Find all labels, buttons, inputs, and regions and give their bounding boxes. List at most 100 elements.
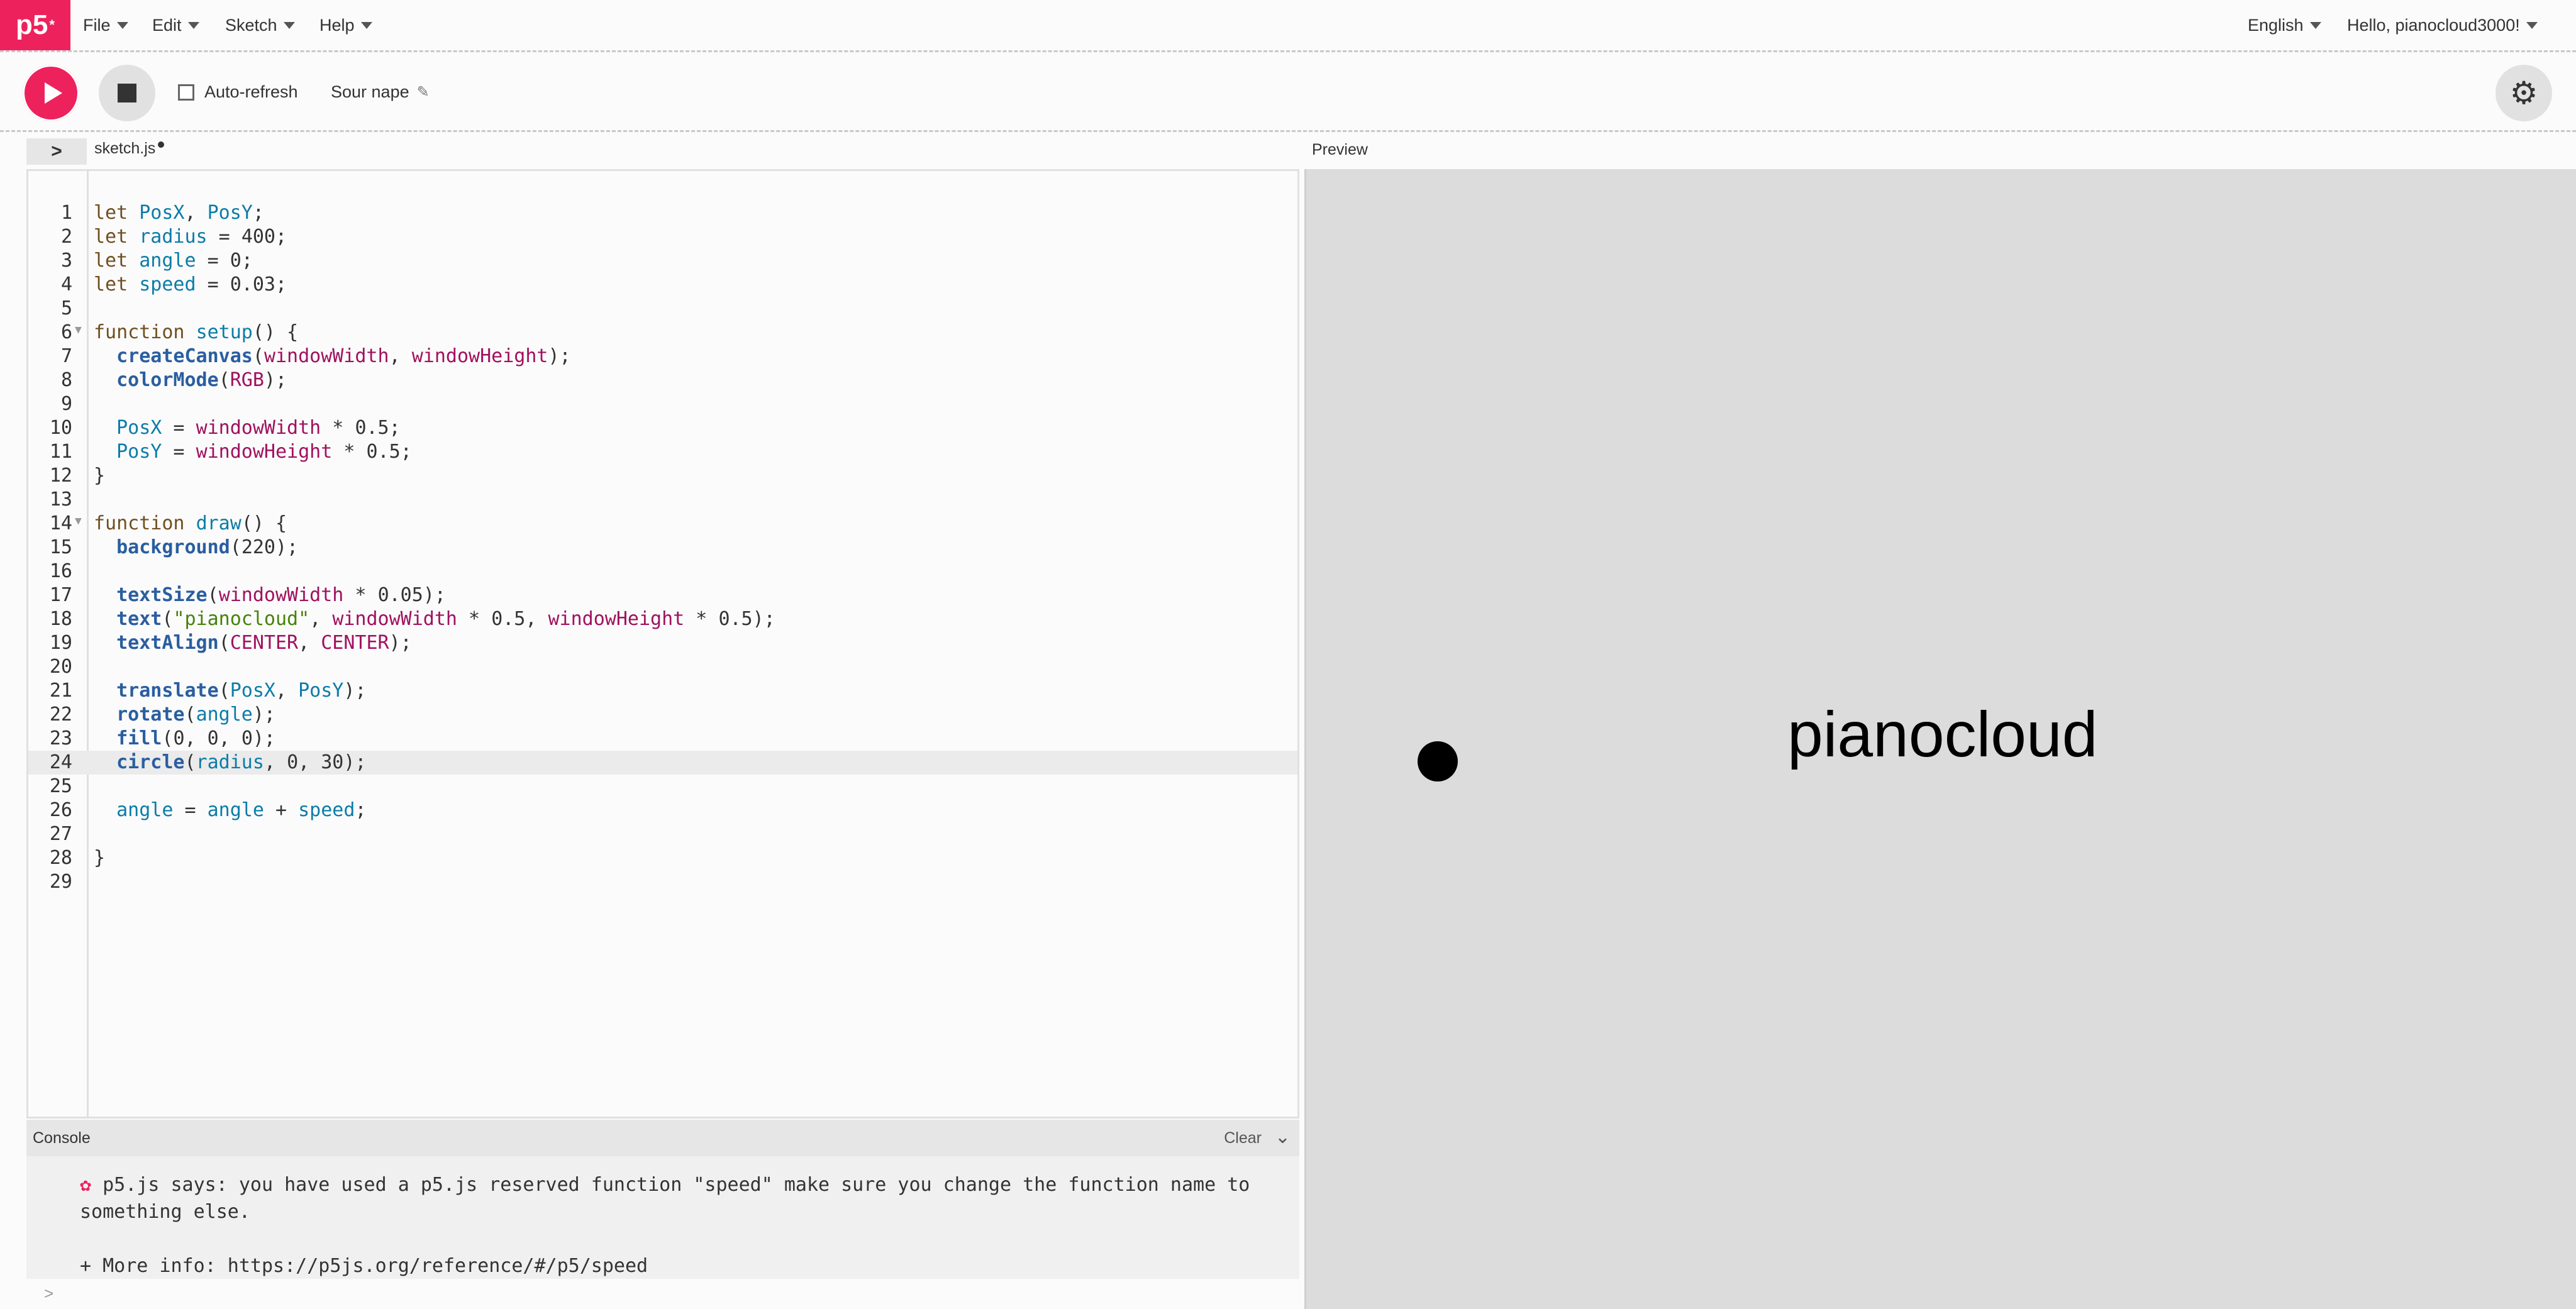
code-text: let PosX, PosY; <box>94 202 264 224</box>
code-text: textAlign(CENTER, CENTER); <box>116 632 412 654</box>
line-number: 26 <box>49 799 72 821</box>
code-line[interactable]: 22 rotate(angle); <box>28 703 1297 727</box>
code-text: let angle = 0; <box>94 250 253 272</box>
language-menu[interactable]: English <box>2248 0 2321 50</box>
chevron-down-icon[interactable]: ⌄ <box>1275 1126 1291 1148</box>
fold-arrow-icon[interactable]: ▼ <box>75 318 82 342</box>
line-number: 23 <box>49 727 72 749</box>
line-number: 2 <box>60 226 72 248</box>
caret-down-icon <box>360 21 372 29</box>
code-line[interactable]: 16 <box>28 560 1297 583</box>
code-line[interactable]: 2 let radius = 400; <box>28 225 1297 249</box>
preview-canvas-text: pianocloud <box>1787 699 2098 770</box>
code-line[interactable]: 25 <box>28 775 1297 798</box>
line-number: 5 <box>60 297 72 319</box>
code-line[interactable]: 20 <box>28 655 1297 679</box>
p5-logo[interactable]: p5 * <box>0 0 70 50</box>
code-line[interactable]: 24 circle(radius, 0, 30); <box>28 751 1297 775</box>
console-message: ✿ p5.js says: you have used a p5.js rese… <box>80 1174 1262 1277</box>
code-text: let radius = 400; <box>94 226 287 248</box>
caret-down-icon <box>2526 21 2538 29</box>
line-number: 21 <box>49 680 72 702</box>
code-line[interactable]: 3 let angle = 0; <box>28 249 1297 273</box>
code-line[interactable]: 19 textAlign(CENTER, CENTER); <box>28 631 1297 655</box>
sketch-name[interactable]: Sour nape ✎ <box>331 82 430 102</box>
auto-refresh-checkbox[interactable] <box>178 84 194 101</box>
play-button[interactable] <box>23 65 79 121</box>
line-number: 12 <box>49 465 72 487</box>
auto-refresh[interactable]: Auto-refresh <box>178 82 298 102</box>
stop-button[interactable] <box>99 65 155 121</box>
menu-file[interactable]: File <box>83 0 128 50</box>
menu-sketch[interactable]: Sketch <box>225 0 295 50</box>
code-line[interactable]: 17 textSize(windowWidth * 0.05); <box>28 583 1297 607</box>
code-line[interactable]: 18 text("pianocloud", windowWidth * 0.5,… <box>28 607 1297 631</box>
code-text: PosY = windowHeight * 0.5; <box>116 441 412 463</box>
line-number: 1 <box>60 202 72 224</box>
line-number: 22 <box>49 704 72 726</box>
code-line[interactable]: 14 ▼ function draw() { <box>28 512 1297 536</box>
line-number: 28 <box>49 847 72 869</box>
code-line[interactable]: 11 PosY = windowHeight * 0.5; <box>28 440 1297 464</box>
console-clear-button[interactable]: Clear <box>1224 1129 1262 1147</box>
code-text: fill(0, 0, 0); <box>116 727 275 749</box>
code-line[interactable]: 9 <box>28 392 1297 416</box>
play-icon <box>45 82 62 104</box>
code-line[interactable]: 21 translate(PosX, PosY); <box>28 679 1297 703</box>
settings-button[interactable]: ⚙ <box>2496 65 2552 121</box>
line-number: 29 <box>49 871 72 893</box>
sidebar-toggle-button[interactable]: > <box>26 138 87 165</box>
console-input[interactable]: > <box>26 1279 1299 1309</box>
user-menu[interactable]: Hello, pianocloud3000! <box>2347 0 2538 50</box>
line-number: 15 <box>49 536 72 558</box>
code-text: function draw() { <box>94 512 287 534</box>
menu-edit[interactable]: Edit <box>152 0 199 50</box>
gear-icon: ⚙ <box>2509 75 2538 111</box>
code-line[interactable]: 12} <box>28 464 1297 488</box>
code-area[interactable]: 1 let PosX, PosY; 2 let radius = 400; 3 let a… <box>28 201 1297 894</box>
code-line[interactable]: 28} <box>28 846 1297 870</box>
line-number: 18 <box>49 608 72 630</box>
pencil-icon[interactable]: ✎ <box>417 83 430 101</box>
code-text: rotate(angle); <box>116 704 275 726</box>
line-number: 4 <box>60 273 72 295</box>
code-line[interactable]: 13 <box>28 488 1297 512</box>
line-number: 14 <box>49 512 72 534</box>
code-line[interactable]: 4 let speed = 0.03; <box>28 273 1297 297</box>
line-number: 25 <box>49 775 72 797</box>
code-line[interactable]: 6 ▼ function setup() { <box>28 321 1297 345</box>
code-line[interactable]: 26 angle = angle + speed; <box>28 798 1297 822</box>
code-text: background(220); <box>116 536 299 558</box>
code-text: PosX = windowWidth * 0.5; <box>116 417 401 439</box>
code-line[interactable]: 29 <box>28 870 1297 894</box>
line-number: 16 <box>49 560 72 582</box>
code-line[interactable]: 10 PosX = windowWidth * 0.5; <box>28 416 1297 440</box>
code-text: function setup() { <box>94 321 299 343</box>
console-prompt: > <box>44 1284 54 1303</box>
code-text: translate(PosX, PosY); <box>116 680 367 702</box>
console-header: Console Clear ⌄ <box>26 1120 1299 1156</box>
line-number: 17 <box>49 584 72 606</box>
code-line[interactable]: 8 colorMode(RGB); <box>28 368 1297 392</box>
line-number: 13 <box>49 489 72 511</box>
preview-circle <box>1418 741 1458 782</box>
file-tab[interactable]: sketch.js <box>94 140 165 158</box>
line-number: 27 <box>49 823 72 845</box>
code-editor[interactable]: 1 let PosX, PosY; 2 let radius = 400; 3 let a… <box>26 169 1299 1118</box>
code-text: text("pianocloud", windowWidth * 0.5, wi… <box>116 608 775 630</box>
code-text: } <box>94 465 106 487</box>
console-more-info[interactable]: + More info: https://p5js.org/reference/… <box>80 1255 648 1277</box>
top-nav: p5 * File Edit Sketch Help English Hello,… <box>0 0 2576 52</box>
code-line[interactable]: 1 let PosX, PosY; <box>28 201 1297 225</box>
line-number: 6 <box>60 321 72 343</box>
fold-arrow-icon[interactable]: ▼ <box>75 509 82 533</box>
caret-down-icon <box>187 21 199 29</box>
code-line[interactable]: 15 background(220); <box>28 536 1297 560</box>
menu-help[interactable]: Help <box>319 0 372 50</box>
code-line[interactable]: 27 <box>28 822 1297 846</box>
code-line[interactable]: 5 <box>28 297 1297 321</box>
line-number: 7 <box>60 345 72 367</box>
code-line[interactable]: 23 fill(0, 0, 0); <box>28 727 1297 751</box>
code-line[interactable]: 7 createCanvas(windowWidth, windowHeight… <box>28 345 1297 368</box>
chevron-right-icon: > <box>51 141 62 162</box>
